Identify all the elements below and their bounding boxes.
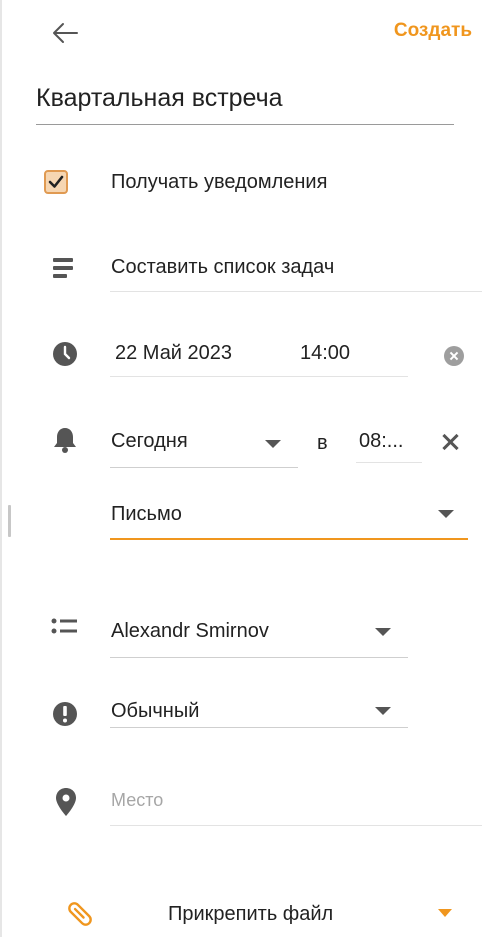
priority-dropdown-icon[interactable] — [375, 707, 391, 715]
clear-date-icon[interactable] — [444, 346, 464, 366]
location-input[interactable]: Место — [111, 790, 163, 811]
priority-select[interactable]: Обычный — [111, 700, 199, 723]
reminder-day-dropdown-icon[interactable] — [265, 440, 281, 448]
list-icon — [50, 615, 77, 641]
reminder-time-field[interactable]: 08:... — [359, 430, 403, 453]
attach-file-button[interactable]: Прикрепить файл — [168, 903, 333, 926]
reminder-method-dropdown-icon[interactable] — [438, 510, 454, 518]
priority-underline — [110, 727, 408, 728]
reminder-method-select[interactable]: Письмо — [111, 503, 182, 526]
time-field[interactable]: 14:00 — [300, 342, 350, 365]
location-pin-icon — [54, 787, 80, 816]
text-lines-icon — [52, 256, 78, 282]
paperclip-icon[interactable] — [64, 898, 96, 930]
attach-dropdown-icon[interactable] — [438, 909, 452, 917]
location-underline — [110, 825, 482, 826]
drawer-handle[interactable] — [8, 505, 11, 537]
bell-icon — [52, 426, 78, 453]
reminder-time-underline — [356, 462, 422, 463]
back-arrow-icon[interactable] — [50, 20, 80, 46]
left-edge-line — [0, 0, 2, 937]
assignee-dropdown-icon[interactable] — [375, 628, 391, 636]
clock-icon — [52, 341, 78, 367]
at-label: в — [317, 432, 328, 454]
reminder-day-underline — [110, 467, 298, 468]
assignee-underline — [110, 657, 408, 658]
reminder-day-select[interactable]: Сегодня — [111, 430, 188, 453]
close-icon[interactable] — [440, 432, 460, 452]
reminder-method-underline-active — [110, 538, 468, 540]
assignee-select[interactable]: Alexandr Smirnov — [111, 620, 269, 643]
datetime-underline — [110, 376, 408, 377]
checkmark-icon — [48, 175, 64, 188]
description-underline — [110, 291, 482, 292]
title-input[interactable]: Квартальная встреча — [36, 80, 454, 125]
notifications-label: Получать уведомления — [111, 171, 328, 193]
priority-exclamation-icon — [52, 701, 78, 727]
description-input[interactable]: Составить список задач — [111, 256, 334, 279]
notifications-checkbox[interactable] — [44, 170, 68, 194]
create-button[interactable]: Создать — [394, 20, 472, 42]
date-field[interactable]: 22 Май 2023 — [115, 342, 232, 365]
